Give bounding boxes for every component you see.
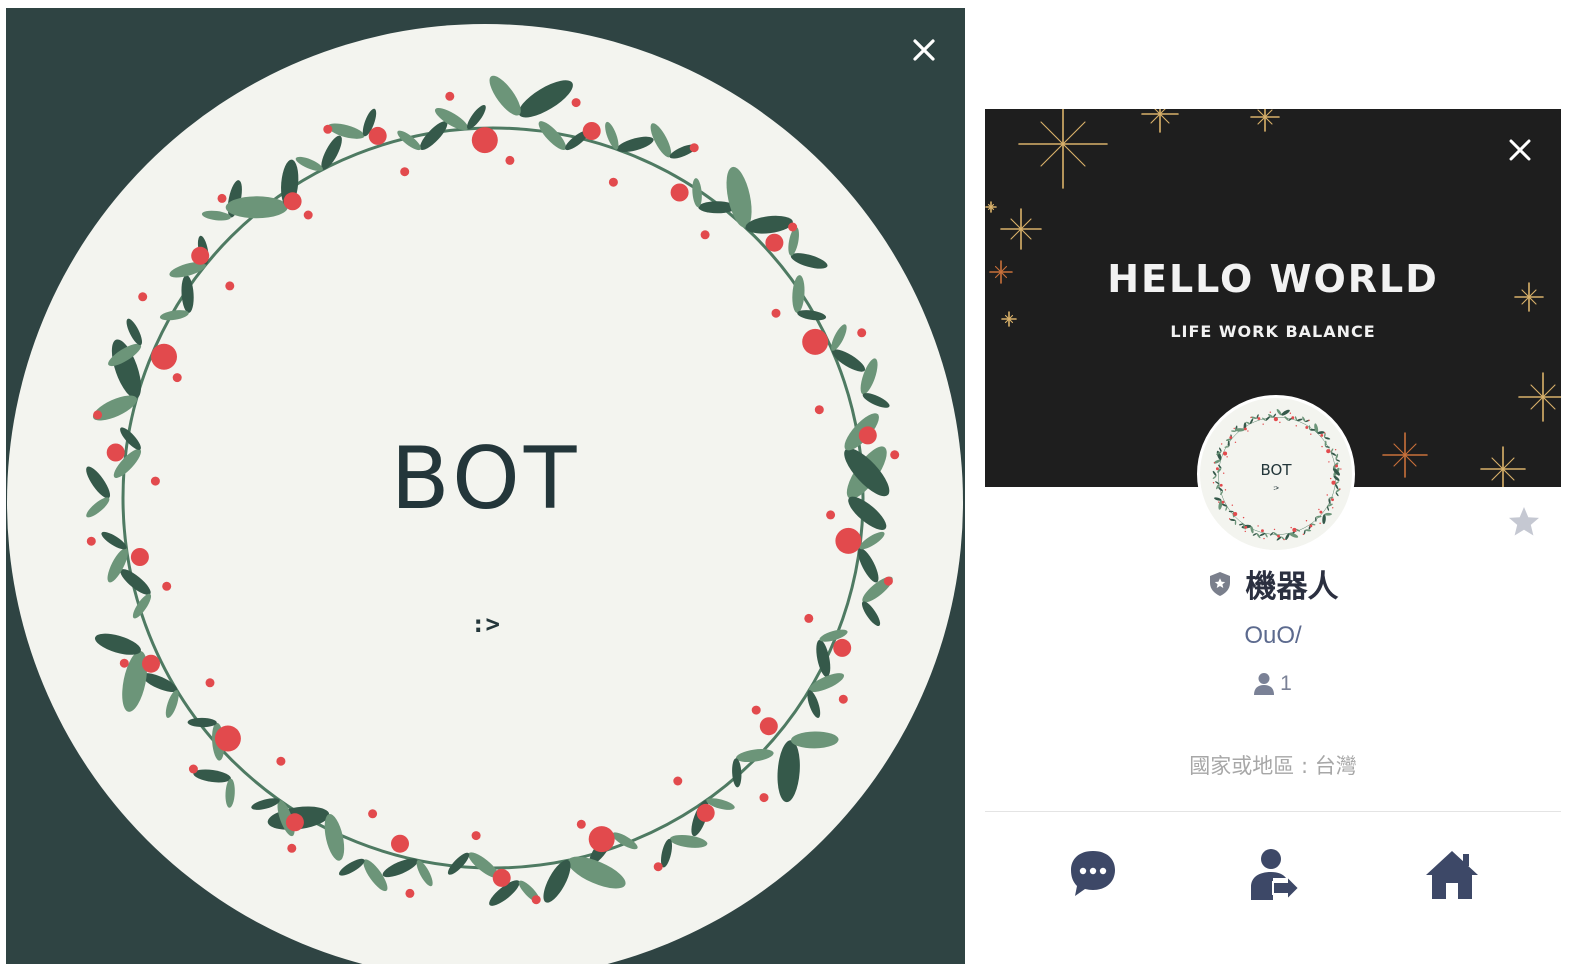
chat-bubble-icon xyxy=(1071,851,1115,896)
close-icon xyxy=(1509,139,1531,161)
divider xyxy=(985,811,1561,812)
profile-avatar[interactable]: BOT :> xyxy=(1197,395,1355,553)
avatar-image-subtext: :> xyxy=(471,610,500,638)
profile-card: HELLO WORLD LIFE WORK BALANCE BOT :> 機器人… xyxy=(985,109,1561,964)
cover-subtitle: LIFE WORK BALANCE xyxy=(1170,322,1376,341)
profile-close-button[interactable] xyxy=(1502,132,1538,168)
avatar-subtext: :> xyxy=(1273,486,1279,492)
status-message: OuO/ xyxy=(1244,622,1302,649)
cover-title: HELLO WORLD xyxy=(1107,257,1439,301)
home-button[interactable] xyxy=(1422,845,1482,905)
close-icon xyxy=(913,39,935,61)
avatar-text: BOT xyxy=(1260,461,1292,479)
profile-name-row: 機器人 xyxy=(985,561,1561,606)
action-bar xyxy=(985,845,1561,905)
star-icon xyxy=(1509,507,1539,536)
share-contact-button[interactable] xyxy=(1243,845,1303,905)
friend-count-value: 1 xyxy=(1280,672,1292,695)
home-icon xyxy=(1426,851,1478,899)
avatar-preview: BOT :> xyxy=(6,8,965,964)
share-contact-icon xyxy=(1251,849,1301,903)
region-info: 國家或地區 : 台灣 xyxy=(1189,754,1357,778)
favorite-button[interactable] xyxy=(1507,505,1541,544)
preview-close-button[interactable] xyxy=(906,32,942,68)
chat-button[interactable] xyxy=(1063,845,1123,905)
avatar-image-text: BOT xyxy=(390,429,581,529)
person-icon xyxy=(1254,673,1275,695)
friend-count: 1 xyxy=(985,672,1561,696)
profile-name: 機器人 xyxy=(1245,569,1339,605)
shield-star-icon xyxy=(1209,571,1230,596)
